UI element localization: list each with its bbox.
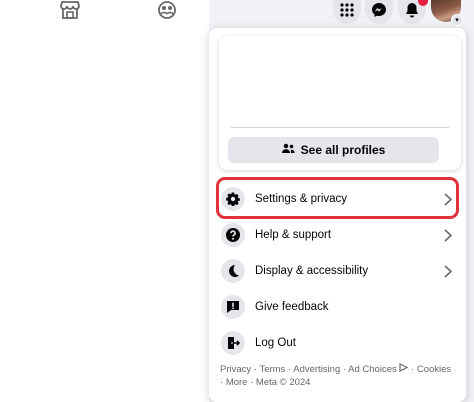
chevron-right-icon [441,228,455,242]
log-out-label: Log Out [255,337,296,349]
footer-separator: · [340,364,349,375]
logout-icon [221,331,245,355]
divider [231,127,449,128]
highlight-box [216,177,459,219]
footer-links: Privacy · Terms · Advertising · Ad Choic… [220,363,456,389]
give-feedback-item[interactable]: Give feedback [219,289,455,325]
copyright-text: Meta © 2024 [255,376,311,388]
profile-card: See all profiles [219,36,461,170]
help-support-label: Help & support [255,229,332,241]
display-accessibility-item[interactable]: Display & accessibility [219,253,455,289]
more-link[interactable]: More [226,377,248,388]
advertising-link[interactable]: Advertising [293,364,340,375]
account-dropdown: See all profiles Settings & privacy Help… [209,28,466,402]
ad-choices-link[interactable]: Ad Choices [348,363,409,375]
help-support-item[interactable]: Help & support [219,217,455,253]
footer-separator: · [408,364,417,375]
menu-grid-icon [340,2,354,22]
chevron-down-icon[interactable]: ▾ [451,14,463,26]
see-all-profiles-label: See all profiles [300,143,386,157]
ad-choices-label: Ad Choices [348,364,397,375]
log-out-item[interactable]: Log Out [219,325,455,361]
marketplace-icon[interactable] [59,0,81,20]
left-panel-background [0,26,209,402]
profiles-icon [281,143,295,158]
display-accessibility-label: Display & accessibility [255,265,369,277]
see-all-profiles-button[interactable]: See all profiles [228,137,439,163]
give-feedback-label: Give feedback [255,301,329,313]
moon-icon [221,259,245,283]
messenger-icon [371,2,387,23]
privacy-link[interactable]: Privacy [220,364,251,375]
footer-separator: · [247,376,256,388]
chevron-right-icon [441,264,455,278]
help-icon [221,223,245,247]
terms-link[interactable]: Terms [259,364,285,375]
cookies-link[interactable]: Cookies [417,364,451,375]
groups-icon[interactable] [156,0,178,20]
feedback-icon [221,295,245,319]
bell-icon [405,2,419,23]
